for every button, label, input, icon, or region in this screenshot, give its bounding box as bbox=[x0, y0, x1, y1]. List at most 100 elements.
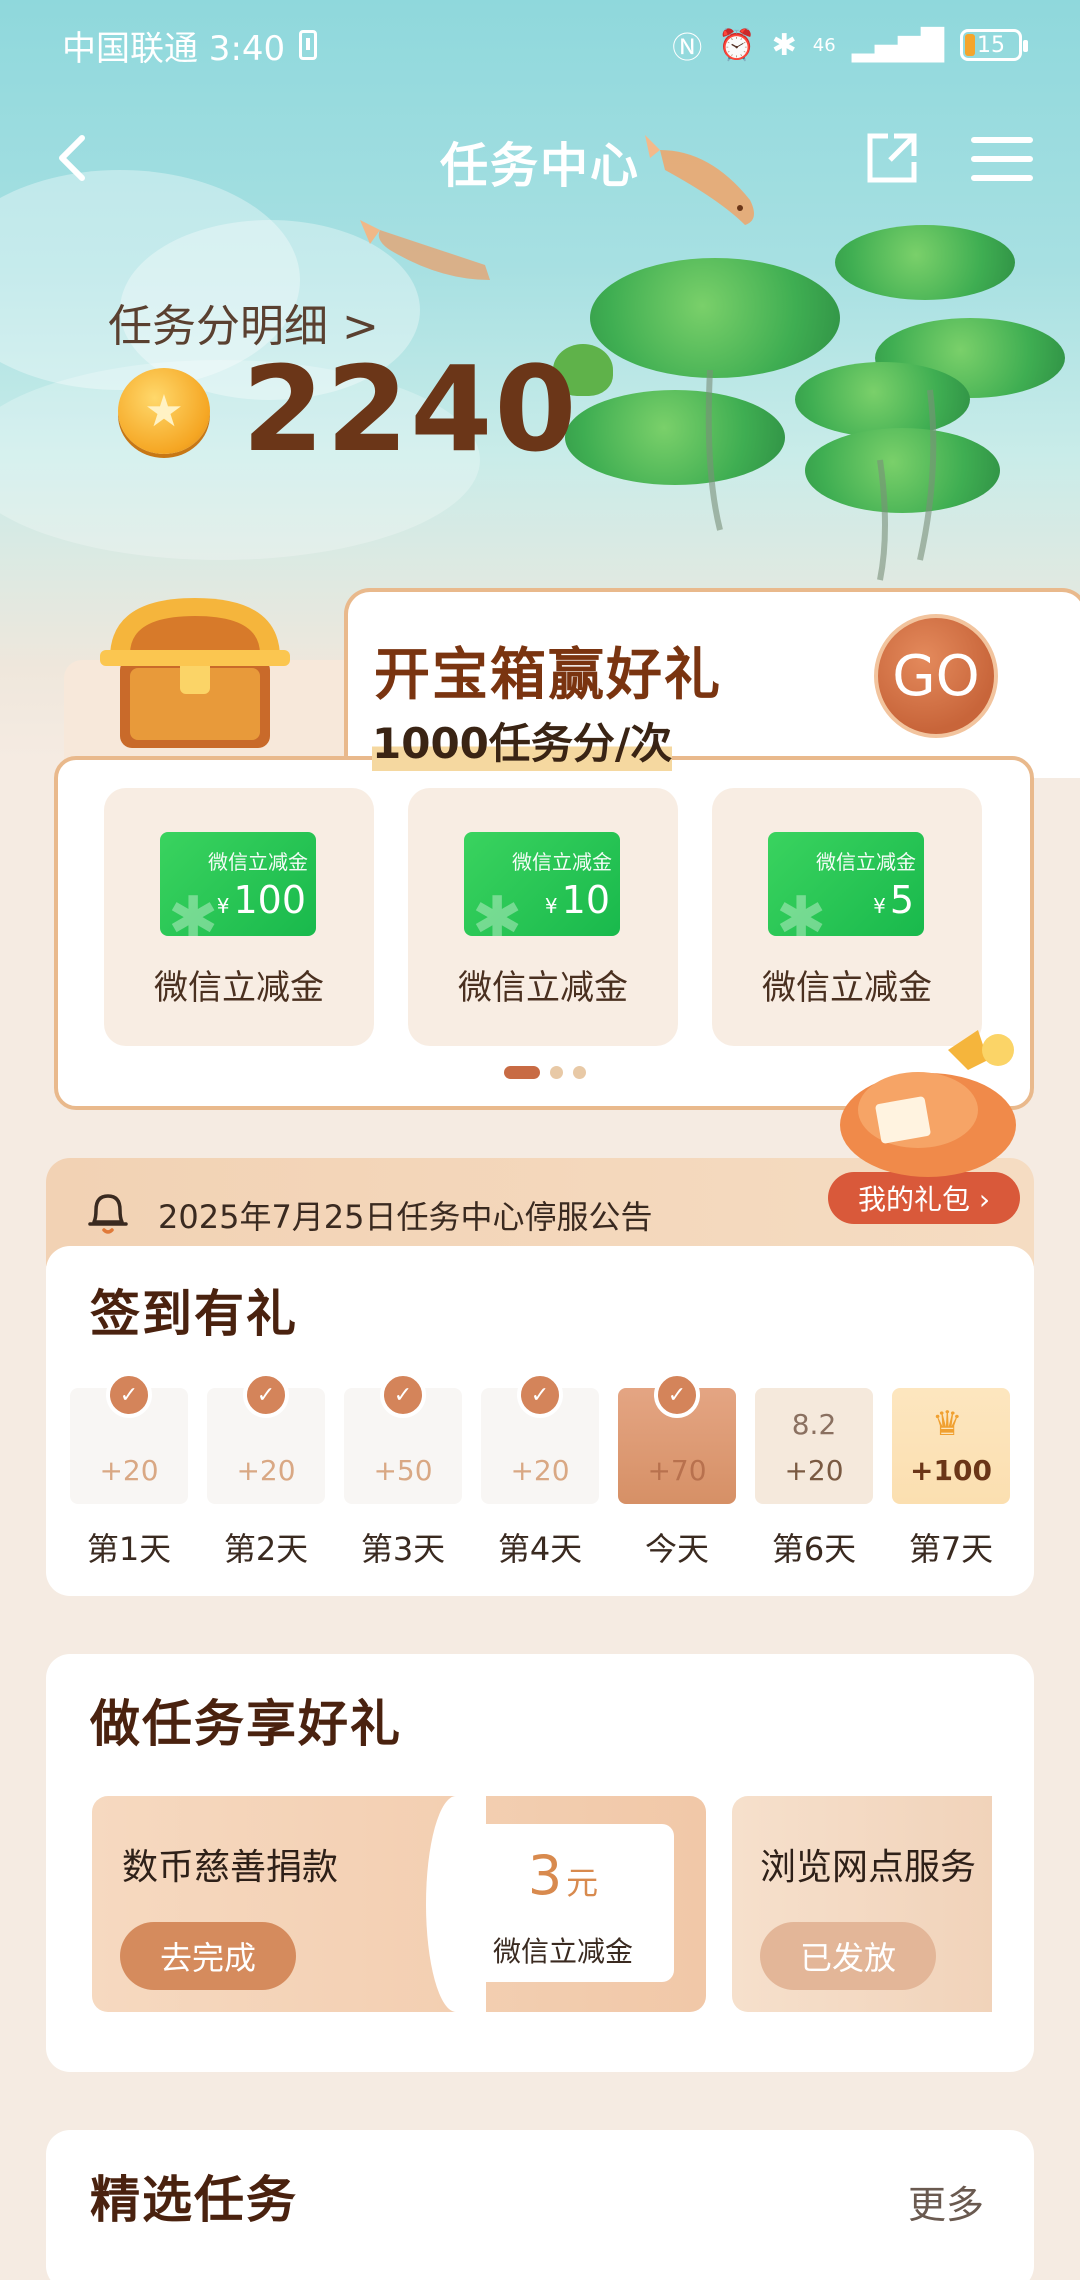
voucher-amount: 100 bbox=[233, 878, 306, 922]
reward-value: 3 bbox=[527, 1844, 563, 1907]
bell-icon bbox=[88, 1194, 128, 1234]
day-points: +20 bbox=[784, 1454, 844, 1487]
day-label: 第6天 bbox=[771, 1530, 857, 1568]
ticket-label: 微信立减金 bbox=[816, 850, 916, 874]
task-name: 数币慈善捐款 bbox=[122, 1847, 339, 1888]
day-points: +50 bbox=[373, 1454, 433, 1487]
day-label: 第2天 bbox=[223, 1530, 309, 1568]
checkin-day-bonus[interactable]: ♛ +100 bbox=[892, 1388, 1010, 1504]
carrier-time: 中国联通 3:40 bbox=[62, 28, 286, 69]
day-points: +20 bbox=[236, 1454, 296, 1487]
carousel-dot[interactable] bbox=[573, 1066, 586, 1079]
nfc-icon: Ⓝ bbox=[672, 31, 703, 66]
network-type: 46 bbox=[812, 34, 836, 56]
day-label: 第3天 bbox=[360, 1530, 446, 1568]
check-icon: ✓ bbox=[654, 1372, 700, 1418]
voucher-name: 微信立减金 bbox=[762, 968, 932, 1008]
gift-bag-icon[interactable] bbox=[828, 1030, 1038, 1180]
day-label: 第1天 bbox=[86, 1530, 172, 1568]
carousel-dot[interactable] bbox=[550, 1066, 563, 1079]
lotus-leaf bbox=[835, 225, 1015, 300]
ticket-label: 微信立减金 bbox=[208, 850, 308, 874]
treasure-title: 开宝箱赢好礼 bbox=[374, 643, 722, 708]
share-icon[interactable] bbox=[864, 130, 920, 186]
checkin-card: 签到有礼 ✓ +20 第1天 ✓ +20 第2天 ✓ +50 第3天 ✓ +20… bbox=[46, 1246, 1034, 1596]
carousel-dots bbox=[504, 1066, 586, 1079]
carousel-dot-active[interactable] bbox=[504, 1066, 540, 1079]
checkin-day[interactable]: ✓ +50 bbox=[344, 1372, 462, 1504]
reward-unit: 元 bbox=[566, 1864, 599, 1902]
tasks-title-text: 做任务享好礼 bbox=[90, 1695, 402, 1753]
voucher-card[interactable]: ✱ 微信立减金 ¥100 微信立减金 bbox=[104, 788, 374, 1046]
coin-icon: ★ bbox=[118, 368, 210, 454]
day-label: 第4天 bbox=[497, 1530, 583, 1568]
tasks-card: 做任务享好礼 数币慈善捐款 去完成 3元 微信立减金 浏览网点服务 已发放 bbox=[46, 1654, 1034, 2072]
day-label: 今天 bbox=[644, 1530, 709, 1568]
battery-alert-icon bbox=[299, 30, 318, 60]
checkin-title-text: 签到有礼 bbox=[90, 1285, 298, 1343]
day-points: +70 bbox=[647, 1454, 707, 1487]
checkin-day[interactable]: ✓ +20 bbox=[481, 1372, 599, 1504]
reward-name: 微信立减金 bbox=[492, 1935, 633, 1968]
checkin-title: 签到有礼 bbox=[86, 1274, 308, 1346]
day-points: +100 bbox=[910, 1454, 992, 1487]
lotus-stems bbox=[705, 369, 937, 581]
wechat-voucher-ticket: ✱ 微信立减金 ¥5 bbox=[768, 832, 924, 936]
checkin-day[interactable]: ✓ +20 bbox=[207, 1372, 325, 1504]
check-icon: ✓ bbox=[106, 1372, 152, 1418]
battery-level: 15 bbox=[977, 32, 1005, 58]
battery-icon: 15 bbox=[960, 29, 1028, 61]
task-reward: 3元 微信立减金 bbox=[452, 1824, 674, 1982]
status-bar: 中国联通 3:40 Ⓝ ⏰ ✱ 46 ▂▄▆█ 15 bbox=[0, 0, 1080, 90]
announcement-text: 2025年7月25日任务中心停服公告 bbox=[158, 1198, 653, 1236]
nav-bar: 任务中心 bbox=[0, 120, 1080, 200]
day-date: 8.2 bbox=[791, 1408, 837, 1441]
score-value: 2240 bbox=[242, 340, 579, 478]
wechat-logo-icon: ✱ bbox=[776, 884, 827, 936]
voucher-name: 微信立减金 bbox=[458, 968, 628, 1008]
voucher-amount: 10 bbox=[561, 878, 610, 922]
tasks-title: 做任务享好礼 bbox=[86, 1684, 412, 1756]
check-icon: ✓ bbox=[380, 1372, 426, 1418]
issued-status-button[interactable]: 已发放 bbox=[760, 1922, 936, 1990]
checkin-day-today[interactable]: ✓ +70 bbox=[618, 1372, 736, 1504]
ticket-value: ¥10 bbox=[545, 878, 610, 922]
checkin-day-upcoming[interactable]: 8.2 +20 bbox=[755, 1388, 873, 1504]
voucher-name: 微信立减金 bbox=[154, 968, 324, 1008]
wechat-logo-icon: ✱ bbox=[472, 884, 523, 936]
featured-title-text: 精选任务 bbox=[90, 2171, 298, 2229]
wechat-logo-icon: ✱ bbox=[168, 884, 219, 936]
currency-symbol: ¥ bbox=[216, 894, 230, 918]
day-label: 第7天 bbox=[908, 1530, 994, 1568]
task-card[interactable]: 浏览网点服务 已发放 bbox=[732, 1796, 992, 2012]
alarm-icon: ⏰ bbox=[718, 27, 756, 63]
open-chest-go-button[interactable]: GO bbox=[874, 614, 998, 738]
voucher-card[interactable]: ✱ 微信立减金 ¥10 微信立减金 bbox=[408, 788, 678, 1046]
more-link[interactable]: 更多 bbox=[908, 2174, 984, 2229]
wechat-voucher-ticket: ✱ 微信立减金 ¥100 bbox=[160, 832, 316, 936]
voucher-amount: 5 bbox=[889, 878, 914, 922]
reward-amount: 3元 bbox=[452, 1844, 674, 1907]
treasure-chest-icon bbox=[100, 598, 290, 748]
ticket-label: 微信立减金 bbox=[512, 850, 612, 874]
featured-title: 精选任务 bbox=[86, 2160, 308, 2232]
currency-symbol: ¥ bbox=[873, 894, 886, 918]
featured-tasks-card: 精选任务 更多 bbox=[46, 2130, 1034, 2280]
crown-icon: ♛ bbox=[932, 1404, 963, 1444]
ticket-value: ¥100 bbox=[217, 878, 306, 922]
menu-icon[interactable] bbox=[970, 134, 1034, 184]
check-icon: ✓ bbox=[243, 1372, 289, 1418]
complete-task-button[interactable]: 去完成 bbox=[120, 1922, 296, 1990]
checkin-day[interactable]: ✓ +20 bbox=[70, 1372, 188, 1504]
ticket-value: ¥5 bbox=[873, 878, 914, 922]
treasure-cost: 1000任务分/次 bbox=[372, 710, 673, 771]
signal-icon: ▂▄▆█ bbox=[851, 27, 944, 63]
task-name: 浏览网点服务 bbox=[760, 1847, 977, 1888]
currency-symbol: ¥ bbox=[544, 894, 558, 918]
day-points: +20 bbox=[99, 1454, 159, 1487]
wechat-voucher-ticket: ✱ 微信立减金 ¥10 bbox=[464, 832, 620, 936]
task-card[interactable]: 数币慈善捐款 去完成 3元 微信立减金 bbox=[92, 1796, 706, 2012]
voucher-card[interactable]: ✱ 微信立减金 ¥5 微信立减金 bbox=[712, 788, 982, 1046]
day-points: +20 bbox=[510, 1454, 570, 1487]
bluetooth-icon: ✱ bbox=[771, 27, 797, 63]
